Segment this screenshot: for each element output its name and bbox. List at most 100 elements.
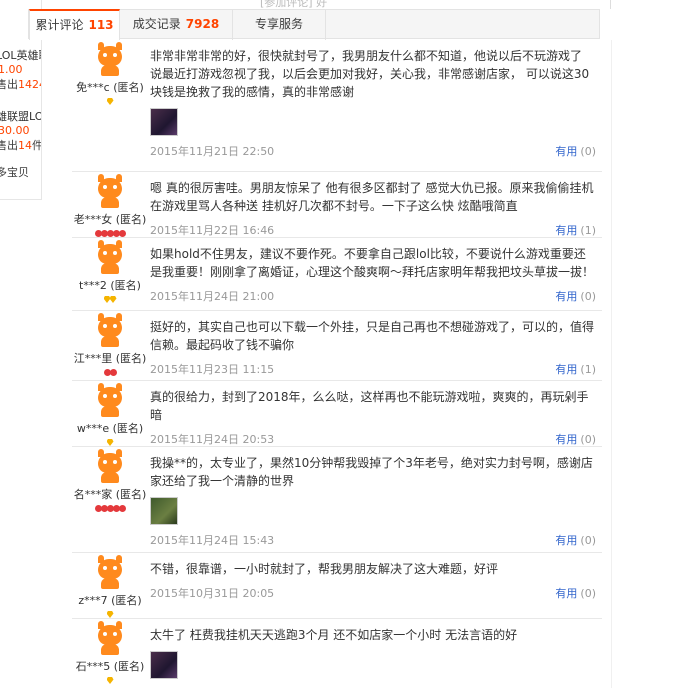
more-items-link[interactable]: 多宝贝 <box>0 164 41 180</box>
review-date: 2015年11月24日 21:00 <box>150 290 275 303</box>
review-item: 老***女 (匿名) 嗯 真的很厉害哇。男朋友惊呆了 他有很多区都封了 感觉大仇… <box>72 172 602 238</box>
reviewer-name: z***7 (匿名) <box>78 594 142 607</box>
sidebar-item[interactable]: 雄联盟LOL帮 30.00 售出14件 <box>0 109 41 154</box>
sold-prefix: 售出 <box>0 139 18 152</box>
review-meta: 2015年11月23日 11:15 有用 (1) <box>150 360 596 380</box>
diamond-badge-icon <box>106 98 114 105</box>
reviewer: t***2 (匿名) <box>72 238 148 304</box>
reviewer-name: 石***5 (匿名) <box>75 660 145 673</box>
review-image-thumbnail[interactable] <box>150 497 178 525</box>
reviewer: 免***c (匿名) <box>72 40 148 106</box>
heart-badge-icon <box>109 369 117 376</box>
review-text: 挺好的，其实自己也可以下载一个外挂，只是自己再也不想碰游戏了，可以的，值得信赖。… <box>150 320 595 352</box>
review-item: 免***c (匿名) 非常非常非常的好，很快就封号了，我男朋友什么都不知道，他说… <box>72 40 602 172</box>
review-date: 2015年11月23日 11:15 <box>150 363 275 376</box>
tab-count: 7928 <box>185 17 220 31</box>
useful-vote: 有用 (0) <box>555 142 596 162</box>
useful-button[interactable]: 有用 <box>555 534 577 547</box>
review-image-thumbnail[interactable] <box>150 108 178 136</box>
review-item: w***e (匿名) 真的很给力，封到了2018年，么么哒，这样再也不能玩游戏啦… <box>72 381 602 447</box>
credit-badges <box>72 229 148 238</box>
tab-label: 成交记录 <box>132 17 181 31</box>
review-meta: 2015年11月24日 21:00 有用 (0) <box>150 287 596 307</box>
useful-count: (0) <box>580 587 596 600</box>
avatar <box>95 313 125 347</box>
useful-count: (1) <box>580 224 596 237</box>
content-divider <box>611 40 612 688</box>
review-item: z***7 (匿名) 不错，很靠谱，一小时就封了，帮我男朋友解决了这大难题，好评… <box>72 553 602 619</box>
sidebar-item-price: 30.00 <box>0 124 30 137</box>
credit-badges <box>72 610 148 619</box>
tab-label: 专享服务 <box>254 17 303 31</box>
review-text: 我操**的，太专业了，果然10分钟帮我毁掉了个3年老号，绝对实力封号啊，感谢店家… <box>150 456 593 488</box>
sidebar-item[interactable]: LOL英雄联盟代 1.00 售出1424件 <box>0 48 41 93</box>
useful-count: (0) <box>580 534 596 547</box>
reviewer-name: w***e (匿名) <box>76 422 144 435</box>
credit-badges <box>72 438 148 447</box>
review-image-thumbnail[interactable] <box>150 651 178 679</box>
useful-button[interactable]: 有用 <box>555 224 577 237</box>
avatar <box>95 383 125 417</box>
useful-count: (0) <box>580 433 596 446</box>
sidebar-item-sold: 售出1424件 <box>0 77 41 93</box>
sidebar-item-name[interactable]: 雄联盟LOL帮 <box>0 109 41 124</box>
diamond-badge-icon <box>106 439 114 446</box>
review-meta: 2015年11月24日 15:43 有用 (0) <box>150 531 596 551</box>
reviewer-name: 老***女 (匿名) <box>73 213 147 226</box>
review-date: 2015年11月21日 22:50 <box>150 145 275 158</box>
reviewer: 名***家 (匿名) <box>72 447 148 513</box>
review-content: 嗯 真的很厉害哇。男朋友惊呆了 他有很多区都封了 感觉大仇已报。原来我偷偷挂机在… <box>150 172 602 241</box>
credit-badges <box>72 295 148 304</box>
sold-count: 14 <box>18 139 32 152</box>
useful-count: (0) <box>580 145 596 158</box>
diamond-badge-icon <box>106 677 114 684</box>
review-item: 石***5 (匿名) 太牛了 枉费我挂机天天逃跑3个月 还不如店家一个小时 无法… <box>72 619 602 688</box>
useful-button[interactable]: 有用 <box>555 290 577 303</box>
diamond-badge-icon <box>103 296 111 303</box>
review-date: 2015年11月22日 16:46 <box>150 224 275 237</box>
review-tabs: 累计评论 113 成交记录 7928 专享服务 <box>28 9 600 40</box>
diamond-badge-icon <box>106 611 114 618</box>
review-meta: 2015年11月21日 22:50 有用 (0) <box>150 142 596 162</box>
tab-reviews[interactable]: 累计评论 113 <box>29 9 120 40</box>
useful-vote: 有用 (0) <box>555 531 596 551</box>
review-date: 2015年11月24日 15:43 <box>150 534 275 547</box>
top-right-divider <box>610 0 681 9</box>
tab-services[interactable]: 专享服务 <box>233 9 326 40</box>
avatar <box>95 42 125 76</box>
review-item: t***2 (匿名) 如果hold不住男友，建议不要作死。不要拿自己跟lol比较… <box>72 238 602 311</box>
sold-prefix: 售出 <box>0 78 18 91</box>
review-content: 我操**的，太专业了，果然10分钟帮我毁掉了个3年老号，绝对实力封号啊，感谢店家… <box>150 447 602 551</box>
review-text: 太牛了 枉费我挂机天天逃跑3个月 还不如店家一个小时 无法言语的好 <box>150 628 518 642</box>
review-date: 2015年10月31日 20:05 <box>150 587 275 600</box>
reviewer: w***e (匿名) <box>72 381 148 447</box>
useful-button[interactable]: 有用 <box>555 145 577 158</box>
review-text: 真的很给力，封到了2018年，么么哒，这样再也不能玩游戏啦，爽爽的，再玩剁手暗 <box>150 390 589 422</box>
avatar <box>95 555 125 589</box>
useful-button[interactable]: 有用 <box>555 433 577 446</box>
review-text: 如果hold不住男友，建议不要作死。不要拿自己跟lol比较，不要说什么游戏重要还… <box>150 247 595 279</box>
credit-badges <box>72 504 148 513</box>
review-content: 不错，很靠谱，一小时就封了，帮我男朋友解决了这大难题，好评 2015年10月31… <box>150 553 602 604</box>
review-content: 真的很给力，封到了2018年，么么哒，这样再也不能玩游戏啦，爽爽的，再玩剁手暗 … <box>150 381 602 450</box>
sidebar-item-price: 1.00 <box>0 63 23 76</box>
reviewer: z***7 (匿名) <box>72 553 148 619</box>
reviewer-name: t***2 (匿名) <box>79 279 141 292</box>
useful-button[interactable]: 有用 <box>555 363 577 376</box>
tab-transactions[interactable]: 成交记录 7928 <box>120 9 233 40</box>
reviewer: 石***5 (匿名) <box>72 619 148 685</box>
sold-suffix: 件 <box>32 139 42 152</box>
review-date: 2015年11月24日 20:53 <box>150 433 275 446</box>
useful-button[interactable]: 有用 <box>555 587 577 600</box>
avatar <box>95 621 125 655</box>
useful-count: (0) <box>580 290 596 303</box>
useful-count: (1) <box>580 363 596 376</box>
review-item: 名***家 (匿名) 我操**的，太专业了，果然10分钟帮我毁掉了个3年老号，绝… <box>72 447 602 553</box>
review-content: 挺好的，其实自己也可以下载一个外挂，只是自己再也不想碰游戏了，可以的，值得信赖。… <box>150 311 602 380</box>
sidebar-item-name[interactable]: LOL英雄联盟代 <box>0 48 41 63</box>
review-text: 非常非常非常的好，很快就封号了，我男朋友什么都不知道，他说以后不玩游戏了 说最近… <box>150 49 590 99</box>
reviewer-name: 江***里 (匿名) <box>73 352 147 365</box>
review-text: 嗯 真的很厉害哇。男朋友惊呆了 他有很多区都封了 感觉大仇已报。原来我偷偷挂机在… <box>150 181 594 213</box>
review-meta: 2015年10月31日 20:05 有用 (0) <box>150 584 596 604</box>
review-content: 如果hold不住男友，建议不要作死。不要拿自己跟lol比较，不要说什么游戏重要还… <box>150 238 602 307</box>
